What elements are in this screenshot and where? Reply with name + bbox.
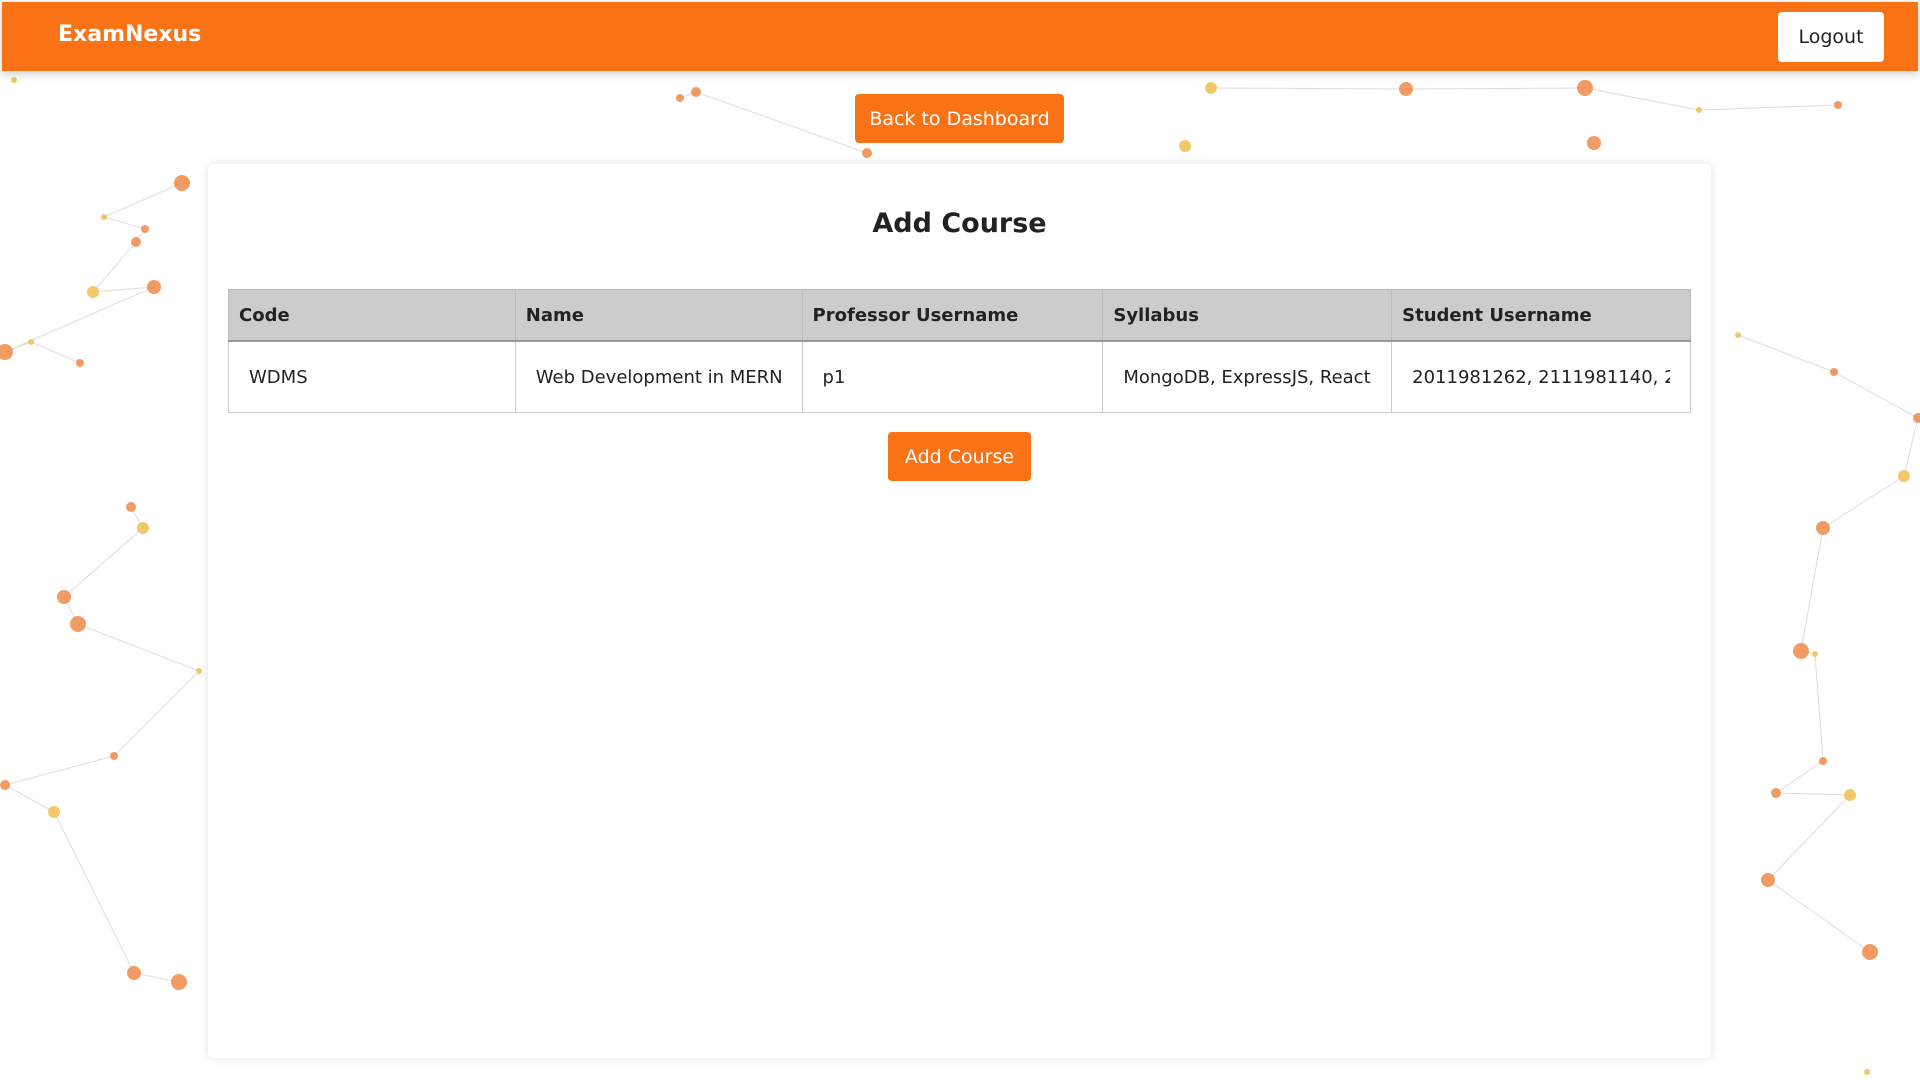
network-dot xyxy=(174,175,190,191)
network-dot xyxy=(691,87,701,97)
network-line xyxy=(1903,417,1919,477)
network-line xyxy=(113,670,200,757)
network-dot xyxy=(48,806,60,818)
course-table: Code Name Professor Username Syllabus St… xyxy=(228,289,1691,413)
network-line xyxy=(1814,653,1824,762)
network-dot xyxy=(1864,1069,1870,1075)
network-line xyxy=(1822,475,1905,529)
network-line xyxy=(4,286,155,353)
student-username-input[interactable] xyxy=(1402,366,1680,388)
network-dot xyxy=(141,225,149,233)
brand-logo[interactable]: ExamNexus xyxy=(58,22,201,47)
network-dot xyxy=(1179,140,1191,152)
add-course-button[interactable]: Add Course xyxy=(888,432,1031,481)
network-line xyxy=(1698,104,1839,111)
syllabus-input[interactable] xyxy=(1113,366,1382,388)
network-line xyxy=(1775,760,1824,794)
network-line xyxy=(77,623,200,672)
header-professor-username: Professor Username xyxy=(801,289,1104,342)
network-dot xyxy=(131,237,141,247)
header-syllabus: Syllabus xyxy=(1102,289,1393,342)
header-name: Name xyxy=(514,289,803,342)
network-dot xyxy=(70,616,86,632)
network-dot xyxy=(126,502,136,512)
network-line xyxy=(1767,879,1871,953)
network-line xyxy=(1833,371,1919,419)
network-line xyxy=(103,216,146,230)
network-dot xyxy=(127,966,141,980)
network-dot xyxy=(1819,757,1827,765)
code-input[interactable] xyxy=(239,366,505,388)
network-dot xyxy=(1816,521,1830,535)
network-line xyxy=(4,784,55,813)
network-line xyxy=(4,755,115,786)
network-dot xyxy=(1735,332,1741,338)
network-dot xyxy=(28,339,34,345)
logout-button[interactable]: Logout xyxy=(1778,12,1884,62)
network-line xyxy=(53,811,135,974)
network-dot xyxy=(101,214,107,220)
network-dot xyxy=(1844,789,1856,801)
network-dot xyxy=(137,522,149,534)
network-dot xyxy=(1587,136,1601,150)
network-line xyxy=(1210,87,1407,90)
network-dot xyxy=(1834,101,1842,109)
name-input[interactable] xyxy=(525,366,792,388)
network-dot xyxy=(76,359,84,367)
network-dot xyxy=(1862,944,1878,960)
network-dot xyxy=(1399,82,1413,96)
table-header-row: Code Name Professor Username Syllabus St… xyxy=(228,289,1691,342)
network-dot xyxy=(1793,643,1809,659)
network-dot xyxy=(1913,413,1920,423)
network-line xyxy=(30,341,81,364)
add-course-card: Add Course Code Name Professor Username … xyxy=(208,164,1711,1058)
network-dot xyxy=(87,286,99,298)
network-line xyxy=(1775,792,1851,796)
network-dot xyxy=(1761,873,1775,887)
network-dot xyxy=(11,77,17,83)
table-row xyxy=(228,340,1691,413)
network-dot xyxy=(196,668,202,674)
network-line xyxy=(1405,87,1586,90)
network-line xyxy=(103,182,183,218)
network-dot xyxy=(1205,82,1217,94)
header-student-username: Student Username xyxy=(1391,289,1691,342)
header-code: Code xyxy=(228,289,516,342)
network-dot xyxy=(1830,368,1838,376)
network-dot xyxy=(110,752,118,760)
network-dot xyxy=(862,148,872,158)
network-line xyxy=(1584,87,1700,111)
network-line xyxy=(695,91,868,154)
professor-username-input[interactable] xyxy=(812,366,1093,388)
page-title: Add Course xyxy=(872,208,1047,239)
network-line xyxy=(1737,334,1835,373)
back-to-dashboard-button[interactable]: Back to Dashboard xyxy=(855,94,1064,143)
network-dot xyxy=(1898,470,1910,482)
network-dot xyxy=(171,974,187,990)
network-dot xyxy=(0,344,13,360)
network-dot xyxy=(1771,788,1781,798)
network-dot xyxy=(57,590,71,604)
network-dot xyxy=(1696,107,1702,113)
network-dot xyxy=(147,280,161,294)
network-dot xyxy=(1812,651,1818,657)
network-line xyxy=(1767,794,1851,881)
network-line xyxy=(92,241,137,293)
network-line xyxy=(63,527,144,598)
network-dot xyxy=(0,780,10,790)
network-dot xyxy=(1577,80,1593,96)
network-line xyxy=(1800,527,1824,652)
network-dot xyxy=(676,94,684,102)
navbar: ExamNexus Logout xyxy=(2,2,1918,71)
